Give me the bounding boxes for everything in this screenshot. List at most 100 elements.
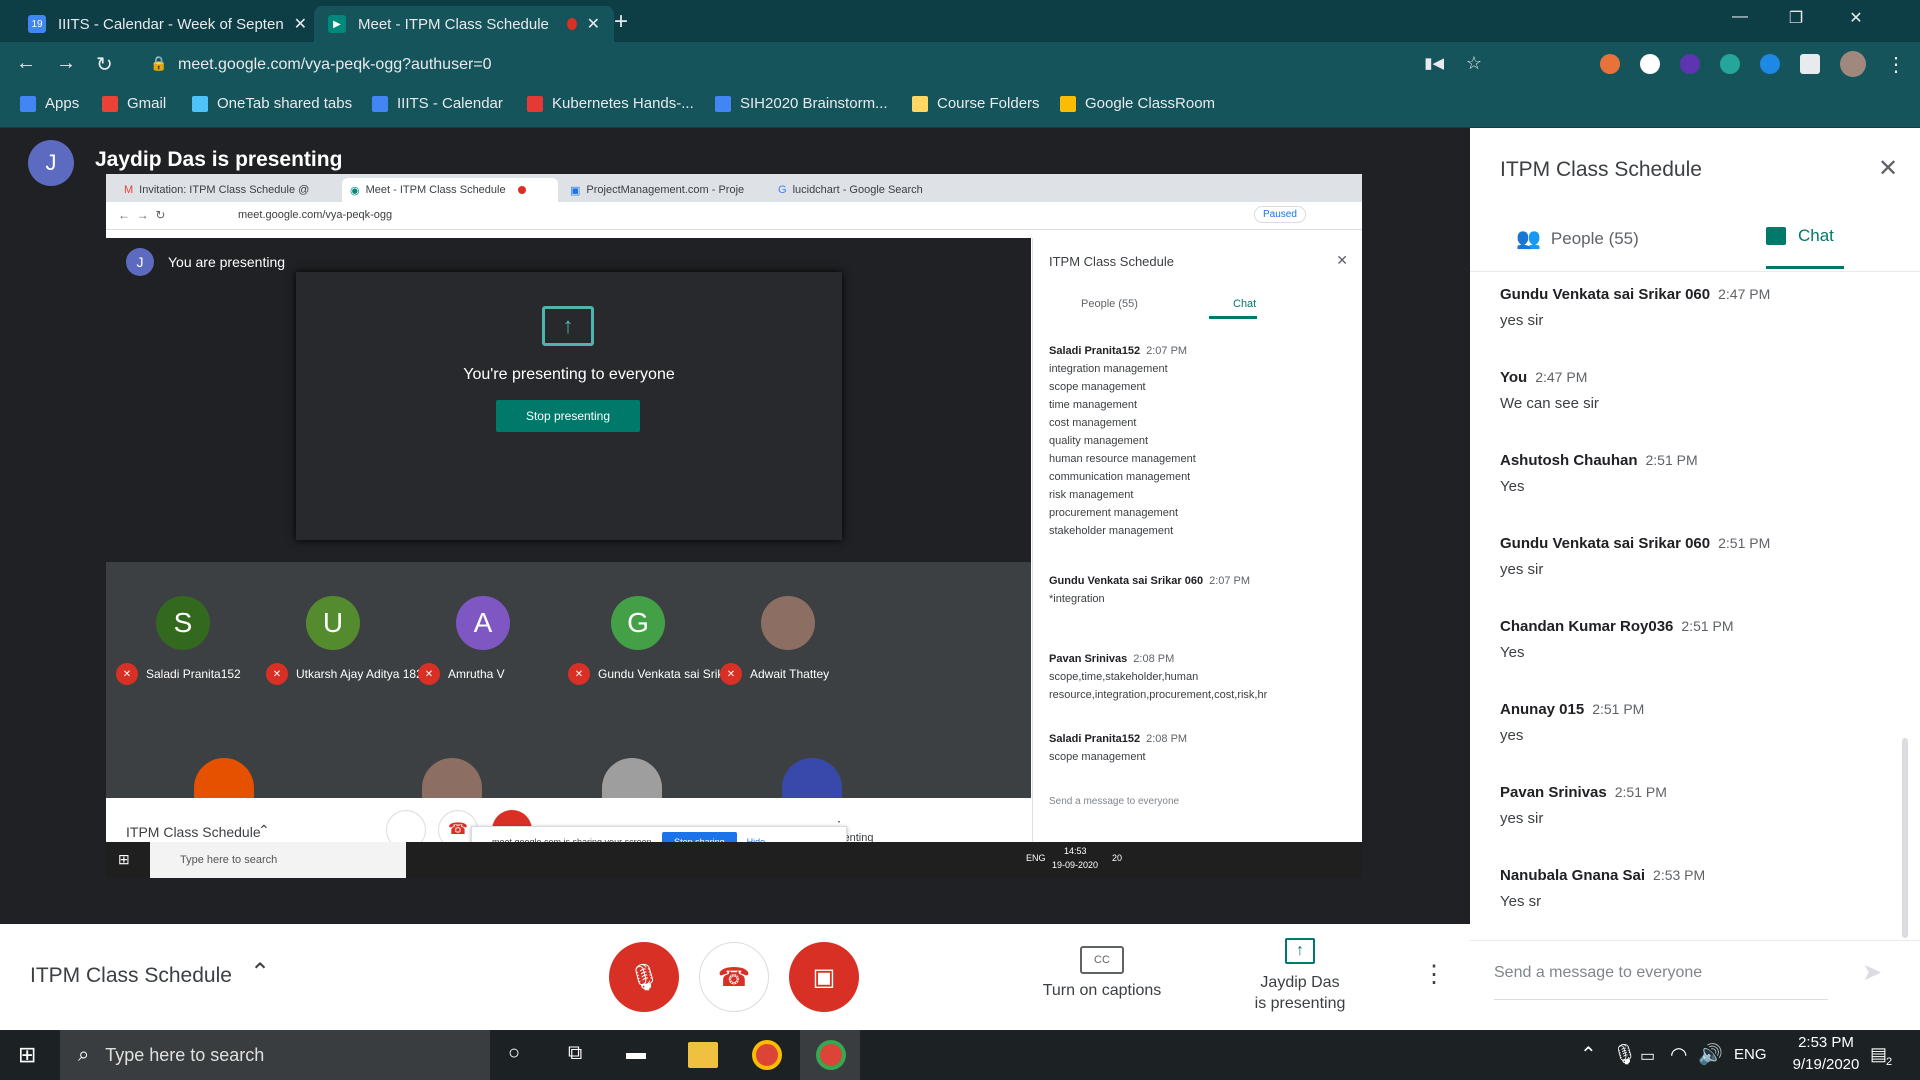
bookmark-gmail[interactable]: Gmail: [102, 95, 166, 112]
new-tab-button[interactable]: +: [614, 8, 628, 36]
participant-name: ✕ Saladi Pranita152: [116, 663, 241, 685]
chat-message: Nanubala Gnana Sai 2:53 PM Yes sr: [1500, 867, 1890, 910]
bookmark-course-folders[interactable]: Course Folders: [912, 95, 1040, 112]
send-message-input[interactable]: Send a message to everyone: [1494, 964, 1828, 1000]
volume-icon[interactable]: 🔊: [1698, 1042, 1723, 1067]
extension-shield-icon[interactable]: [1640, 54, 1660, 74]
people-icon: 👥: [1516, 228, 1541, 250]
minimize-icon[interactable]: —: [1728, 8, 1752, 26]
google-icon: G: [778, 184, 787, 196]
message-time: 2:51 PM: [1614, 784, 1667, 800]
back-icon[interactable]: ←: [16, 52, 36, 75]
send-icon[interactable]: ➤: [1862, 958, 1882, 987]
terminal-icon[interactable]: ▬: [626, 1042, 646, 1065]
message-text: yes sir: [1500, 810, 1544, 827]
bookmark-onetab[interactable]: OneTab shared tabs: [192, 95, 352, 112]
onetab-icon: [192, 95, 208, 112]
chat-message: Gundu Venkata sai Srikar 060 2:51 PM yes s…: [1500, 535, 1890, 578]
bookmark-sih2020[interactable]: SIH2020 Brainstorm...: [715, 95, 888, 112]
notification-icon[interactable]: ▤: [1870, 1044, 1887, 1065]
clock-time[interactable]: 2:53 PM: [1784, 1034, 1868, 1051]
bookmarks-bar: Apps Gmail OneTab shared tabs IIITS - Ca…: [0, 87, 1920, 128]
scrollbar[interactable]: [1902, 738, 1908, 938]
message-text: yes: [1500, 727, 1524, 744]
shared-date: 19-09-2020: [1052, 860, 1099, 870]
bookmark-label: IIITS - Calendar: [397, 95, 503, 112]
windows-start-icon[interactable]: ⊞: [18, 1042, 36, 1068]
presenter-avatar: J: [28, 140, 74, 186]
cortana-icon[interactable]: ○: [508, 1042, 520, 1065]
participant-name: ✕ Gundu Venkata sai Srik...: [568, 663, 733, 685]
camera-toggle-button[interactable]: ▣: [789, 942, 859, 1012]
message-time: 2:47 PM: [1718, 286, 1771, 302]
close-window-icon[interactable]: ✕: [1844, 8, 1868, 28]
shared-taskbar: ⊞ Type here to search ENG 14:53 19-09-20…: [106, 842, 1362, 878]
profile-avatar[interactable]: [1840, 51, 1866, 77]
tab-label: Meet - ITPM Class Schedule: [358, 15, 549, 33]
chevron-up-icon[interactable]: ⌃: [1580, 1042, 1597, 1067]
taskbar-search[interactable]: ⌕ Type here to search: [60, 1030, 490, 1080]
more-options-icon[interactable]: ⋮: [1422, 960, 1446, 989]
forward-icon[interactable]: →: [56, 52, 76, 75]
extension-icon[interactable]: [1680, 54, 1700, 74]
clock-date[interactable]: 9/19/2020: [1784, 1056, 1868, 1073]
mic-icon[interactable]: 🎙: [1612, 1042, 1637, 1067]
bookmark-star-icon[interactable]: ☆: [1466, 53, 1482, 74]
extension-m-icon[interactable]: [1720, 54, 1740, 74]
mic-off-icon: ✕: [418, 663, 440, 685]
leave-call-button[interactable]: ☎: [699, 942, 769, 1012]
chat-message: Pavan Srinivas 2:51 PM yes sir: [1500, 784, 1890, 827]
mic-off-icon: ✕: [720, 663, 742, 685]
tab-chat-label: Chat: [1798, 226, 1834, 245]
wifi-icon[interactable]: ◠: [1670, 1042, 1687, 1067]
url-input[interactable]: 🔒 meet.google.com/vya-peqk-ogg?authuser=…: [136, 48, 1508, 81]
tab-calendar[interactable]: 19 IIITS - Calendar - Week of Septen ✕: [14, 6, 314, 42]
chat-message: Chandan Kumar Roy036 2:51 PM Yes: [1500, 618, 1890, 661]
recording-icon: [566, 18, 577, 30]
presenting-button[interactable]: Jaydip Das is presenting: [1220, 972, 1380, 1014]
present-icon[interactable]: ↑: [1285, 938, 1315, 964]
captions-button-label[interactable]: Turn on captions: [1030, 982, 1174, 1000]
bookmark-apps[interactable]: Apps: [20, 95, 79, 112]
chrome-icon[interactable]: [752, 1040, 782, 1070]
chat-icon: [1766, 227, 1786, 245]
file-explorer-icon[interactable]: [688, 1042, 718, 1068]
close-icon[interactable]: ✕: [284, 14, 307, 34]
restore-icon[interactable]: ❐: [1784, 8, 1808, 28]
participant-avatar: U: [306, 596, 360, 650]
shared-address-bar: ← → ↻ meet.google.com/vya-peqk-ogg Pause…: [106, 202, 1362, 230]
close-icon[interactable]: ✕: [577, 14, 600, 34]
close-panel-icon[interactable]: ✕: [1878, 154, 1898, 183]
shared-panel-title: ITPM Class Schedule: [1049, 254, 1174, 269]
participant-avatar: S: [156, 596, 210, 650]
tab-chat[interactable]: Chat: [1766, 226, 1834, 246]
bookmark-kubernetes[interactable]: Kubernetes Hands-...: [527, 95, 694, 112]
menu-dots-icon[interactable]: ⋮: [1886, 52, 1906, 77]
task-view-icon[interactable]: ⧉: [568, 1042, 582, 1065]
shared-present-area: J You are presenting ↑ You're presenting…: [106, 238, 1031, 562]
extension-icon[interactable]: [1600, 54, 1620, 74]
shared-tab: ▣ ProjectManagement.com - Proje: [562, 178, 766, 202]
participant-avatar: G: [611, 596, 665, 650]
bookmark-label: Apps: [45, 95, 80, 112]
tab-people[interactable]: 👥 People (55): [1516, 226, 1639, 251]
puzzle-icon[interactable]: [1800, 54, 1820, 74]
shared-notif: 20: [1112, 853, 1123, 863]
battery-icon[interactable]: ▭: [1640, 1046, 1655, 1066]
back-icon: ← → ↻: [118, 208, 166, 222]
bookmark-calendar[interactable]: IIITS - Calendar: [372, 95, 503, 112]
avatar: J: [126, 248, 154, 276]
captions-icon[interactable]: CC: [1080, 946, 1124, 974]
chevron-up-icon[interactable]: ⌃: [250, 958, 270, 987]
tab-meet[interactable]: ▶ Meet - ITPM Class Schedule ✕: [314, 6, 614, 42]
camera-icon[interactable]: ▮◀: [1424, 54, 1444, 72]
language-indicator[interactable]: ENG: [1734, 1046, 1767, 1063]
extension-icon[interactable]: [1760, 54, 1780, 74]
gmail-icon: [102, 95, 118, 112]
reload-icon[interactable]: ↻: [96, 52, 113, 77]
mic-toggle-button[interactable]: 🎙: [609, 942, 679, 1012]
taskbar-active-app[interactable]: [800, 1030, 860, 1080]
message-time: 2:53 PM: [1653, 867, 1706, 883]
bookmark-classroom[interactable]: Google ClassRoom: [1060, 95, 1215, 112]
message-text: We can see sir: [1500, 395, 1599, 412]
